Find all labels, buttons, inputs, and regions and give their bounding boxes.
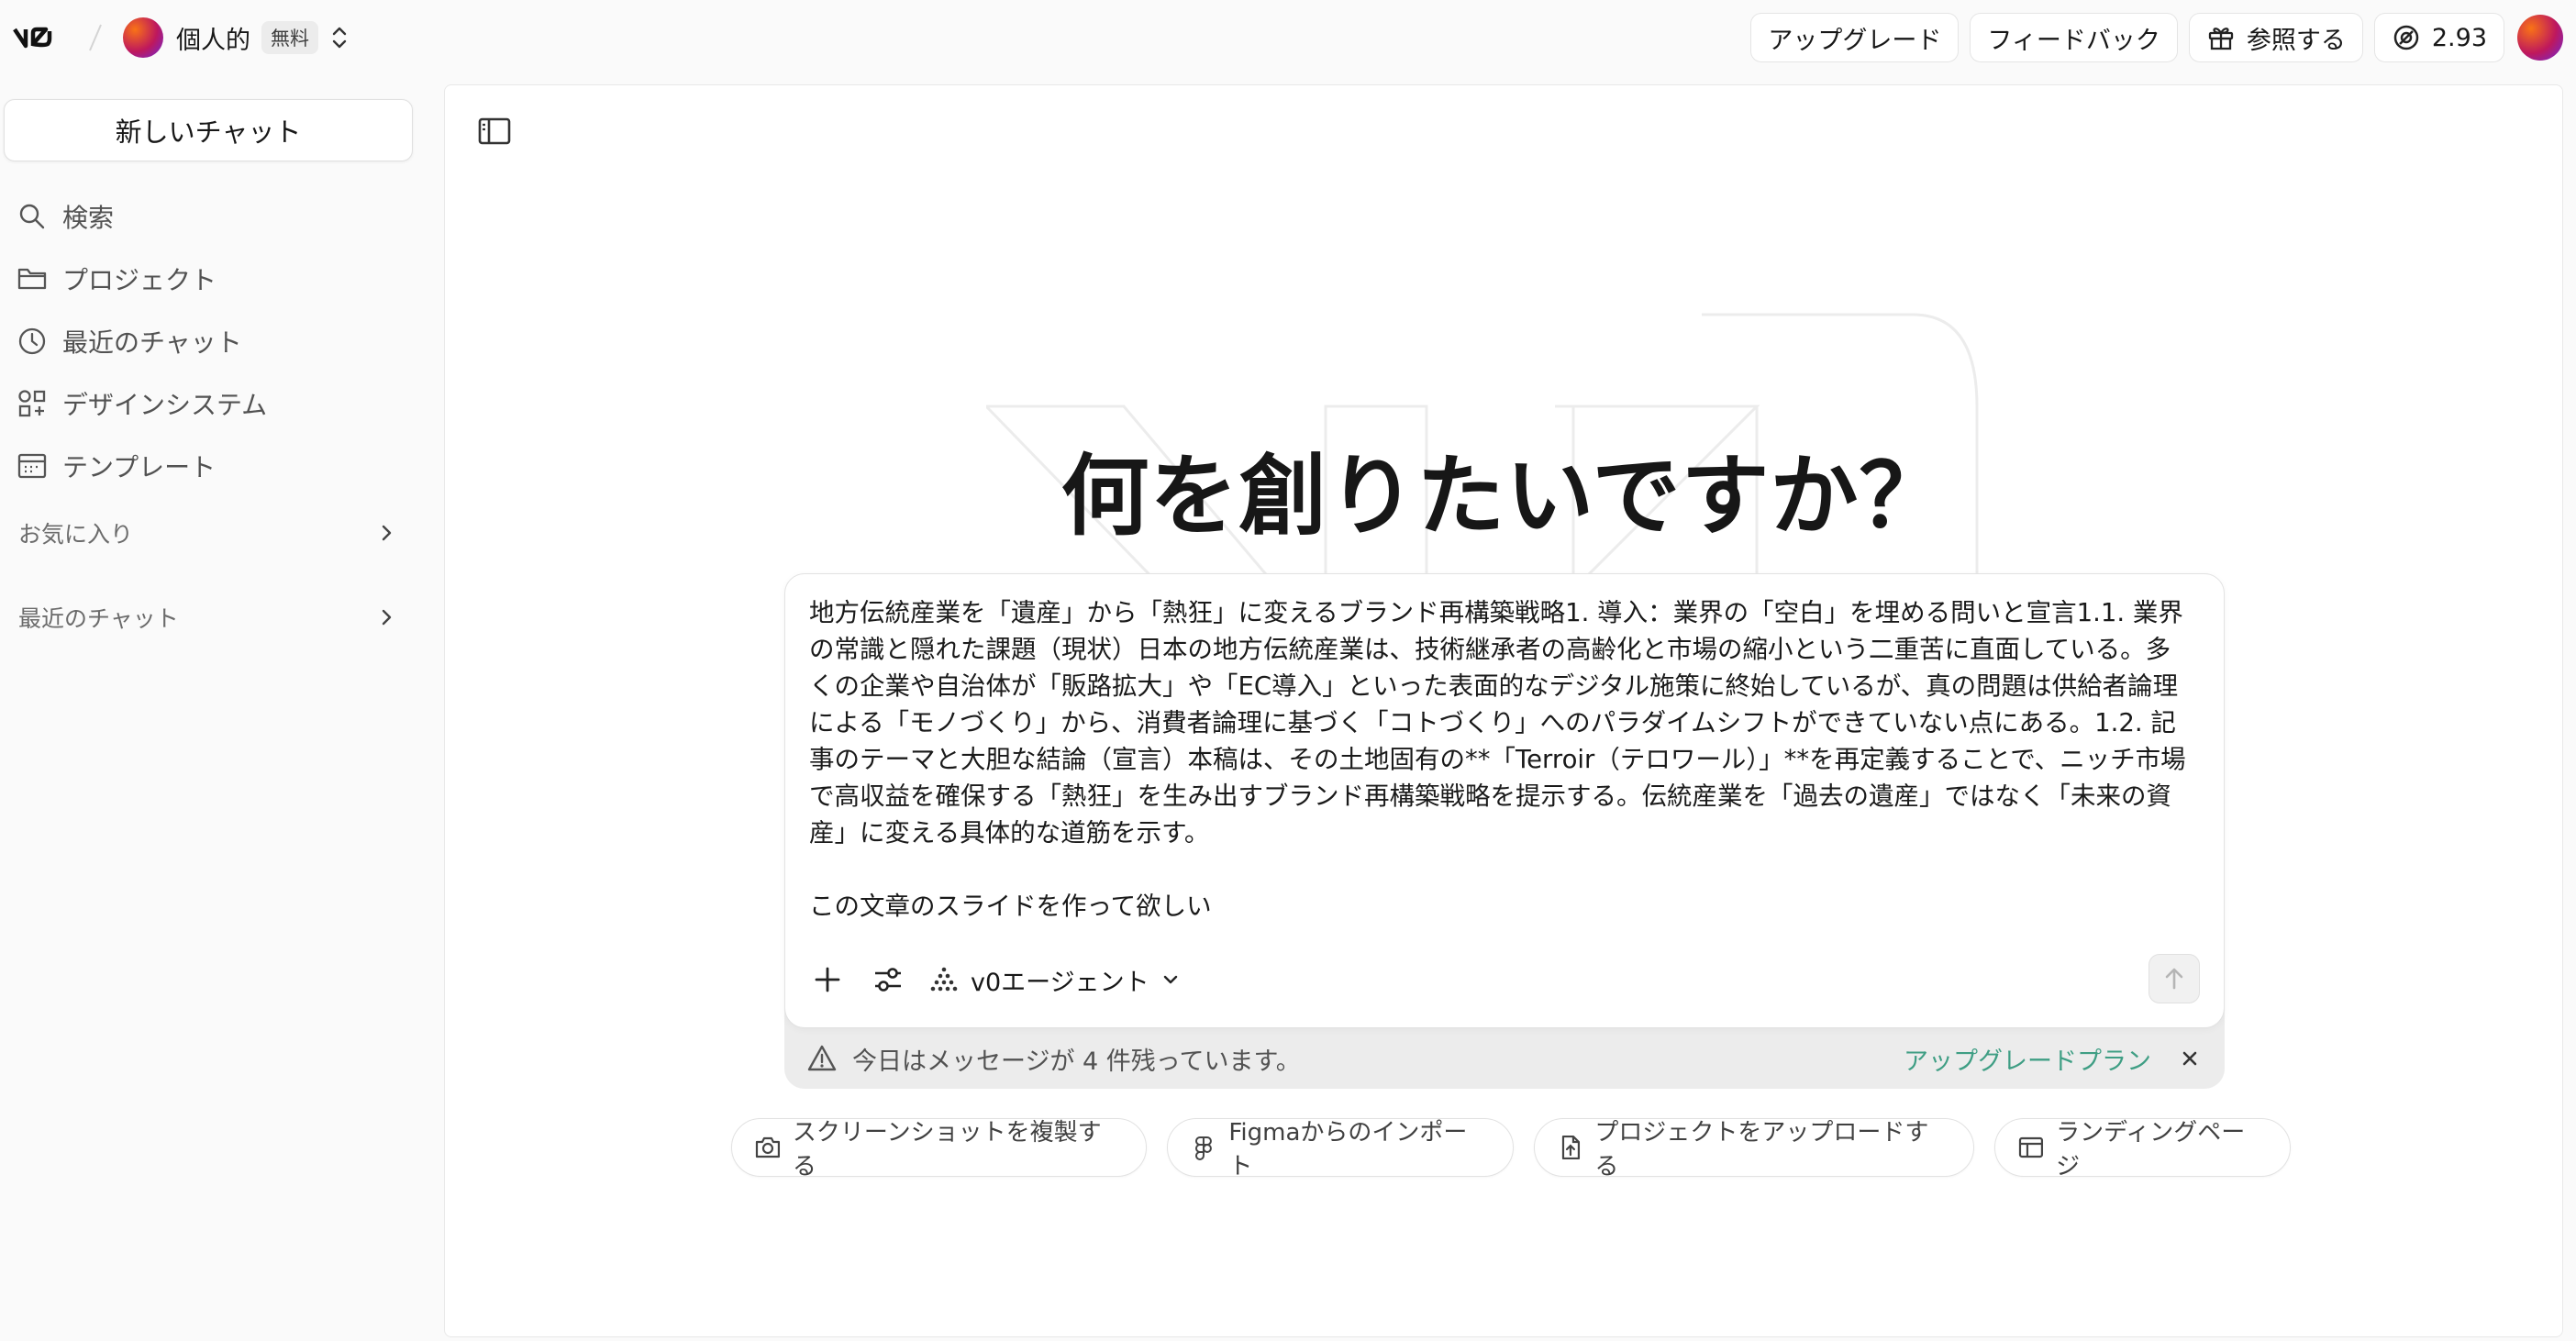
chevron-down-icon xyxy=(1163,975,1177,984)
plan-badge: 無料 xyxy=(261,21,318,54)
agent-select[interactable]: v0エージェント xyxy=(928,962,1181,998)
sidebar: 新しいチャット 検索 プロジェクト 最近のチャット デザインシステム テンプレー… xyxy=(0,75,431,1341)
sidebar-item-projects[interactable]: プロジェクト xyxy=(17,248,420,310)
feedback-button[interactable]: フィードバック xyxy=(1970,13,2178,62)
sidebar-toggle-icon[interactable] xyxy=(476,113,513,150)
chevron-right-icon xyxy=(382,609,392,626)
sliders-icon xyxy=(875,968,901,992)
credits-value: 2.93 xyxy=(2431,23,2487,52)
chip-label: ランディングページ xyxy=(2056,1119,2246,1180)
search-icon xyxy=(19,204,45,229)
prompt-box[interactable]: 地方伝統産業を「遺産」から「熱狂」に変えるブランド再構築戦略1. 導入：業界の「… xyxy=(784,573,2225,1028)
clone-screenshot-chip[interactable]: スクリーンショットを複製する xyxy=(731,1118,1148,1180)
suggestion-chips: スクリーンショットを複製する Figmaからのインポート プロジェクトをアップロ xyxy=(731,1118,2291,1180)
favorites-section[interactable]: お気に入り xyxy=(18,510,396,556)
page-headline: 何を創りたいですか？ xyxy=(1060,445,1949,548)
template-icon xyxy=(17,453,47,479)
top-bar: 個人的 無料 アップグレード フィードバック 参照する 2.93 xyxy=(0,0,2576,75)
prompt-textarea[interactable]: 地方伝統産業を「遺産」から「熱狂」に変えるブランド再構築戦略1. 導入：業界の「… xyxy=(809,594,2194,925)
sidebar-item-templates[interactable]: テンプレート xyxy=(17,435,420,497)
upgrade-plan-link[interactable]: アップグレードプラン xyxy=(1904,1041,2151,1077)
folder-icon xyxy=(17,268,47,290)
chip-label: プロジェクトをアップロードする xyxy=(1594,1119,1929,1180)
close-icon[interactable] xyxy=(2179,1047,2201,1069)
credits-button[interactable]: 2.93 xyxy=(2373,13,2504,62)
upgrade-button[interactable]: アップグレード xyxy=(1750,13,1960,62)
plus-icon xyxy=(815,967,840,992)
composer-toolbar: v0エージェント xyxy=(807,952,1181,1007)
user-avatar[interactable] xyxy=(2517,15,2563,61)
chip-label: スクリーンショットを複製する xyxy=(792,1119,1102,1180)
file-upload-icon xyxy=(1561,1135,1580,1160)
new-chat-button[interactable]: 新しいチャット xyxy=(4,99,413,161)
send-button[interactable] xyxy=(2149,954,2200,1003)
layout-icon xyxy=(2019,1136,2044,1158)
figma-icon xyxy=(1195,1136,1213,1160)
recent-chats-label: 最近のチャット xyxy=(18,605,179,632)
attach-button[interactable] xyxy=(807,959,848,1000)
landing-page-chip[interactable]: ランディングページ xyxy=(1994,1118,2291,1180)
settings-button[interactable] xyxy=(868,959,908,1000)
camera-icon xyxy=(755,1136,781,1158)
chevron-right-icon xyxy=(382,525,392,541)
breadcrumb-slash xyxy=(89,24,102,51)
refer-button-label: 参照する xyxy=(2246,26,2346,55)
arrow-up-icon xyxy=(2165,968,2183,990)
refer-button[interactable]: 参照する xyxy=(2188,13,2363,62)
sidebar-item-recent-chats[interactable]: 最近のチャット xyxy=(17,310,420,372)
warning-icon xyxy=(807,1045,837,1071)
sidebar-nav: 検索 プロジェクト 最近のチャット デザインシステム テンプレート xyxy=(17,185,420,497)
feedback-button-label: フィードバック xyxy=(1987,26,2160,55)
sidebar-item-search[interactable]: 検索 xyxy=(17,185,420,248)
workspace-avatar[interactable] xyxy=(123,17,163,58)
composer: 地方伝統産業を「遺産」から「熱狂」に変えるブランド再構築戦略1. 導入：業界の「… xyxy=(784,573,2225,1089)
sidebar-item-label: 検索 xyxy=(62,203,115,233)
v0-logo[interactable] xyxy=(13,24,64,51)
sidebar-item-label: 最近のチャット xyxy=(62,327,242,358)
sidebar-item-design-systems[interactable]: デザインシステム xyxy=(17,372,420,435)
main-panel: 何を創りたいですか？ 地方伝統産業を「遺産」から「熱狂」に変えるブランド再構築戦… xyxy=(444,84,2563,1337)
figma-import-chip[interactable]: Figmaからのインポート xyxy=(1167,1118,1514,1180)
recent-chats-section[interactable]: 最近のチャット xyxy=(18,594,396,640)
sidebar-item-label: プロジェクト xyxy=(62,265,217,295)
gift-icon xyxy=(2208,28,2234,50)
chevron-updown-icon[interactable] xyxy=(329,23,350,52)
chip-label: Figmaからのインポート xyxy=(1228,1119,1468,1180)
upgrade-button-label: アップグレード xyxy=(1768,26,1942,55)
credits-icon xyxy=(2393,25,2419,50)
clock-icon xyxy=(18,327,46,355)
favorites-label: お気に入り xyxy=(18,521,134,548)
agent-label: v0エージェント xyxy=(971,968,1149,997)
sidebar-item-label: デザインシステム xyxy=(62,390,268,420)
workspace-name[interactable]: 個人的 xyxy=(176,20,250,56)
shapes-icon xyxy=(18,390,46,417)
sidebar-item-label: テンプレート xyxy=(62,452,217,482)
agent-icon xyxy=(930,967,958,992)
message-limit-text: 今日はメッセージが 4 件残っています。 xyxy=(852,1047,1301,1076)
upload-project-chip[interactable]: プロジェクトをアップロードする xyxy=(1533,1118,1975,1180)
